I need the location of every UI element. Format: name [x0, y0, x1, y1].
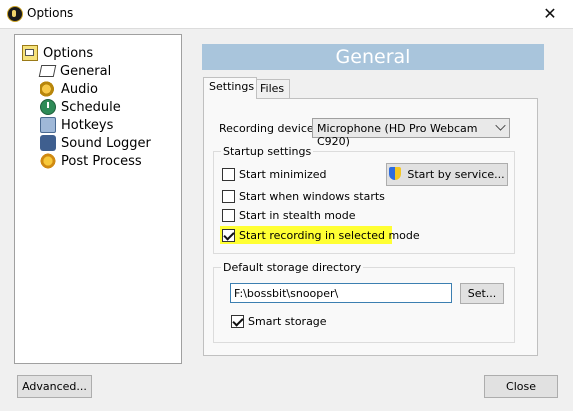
hotkeys-icon [40, 117, 56, 133]
close-button[interactable]: Close [484, 375, 558, 398]
recording-device-label: Recording device [219, 122, 314, 135]
start-by-service-label: Start by service... [407, 168, 505, 181]
start-by-service-button[interactable]: Start by service... [386, 163, 508, 186]
tree-item-general[interactable]: General [38, 62, 112, 80]
window-title: Options [27, 6, 74, 20]
options-dialog: Options General Audio Schedule Hotkeys S… [0, 29, 573, 411]
options-tree: Options General Audio Schedule Hotkeys S… [14, 34, 182, 364]
tree-item-schedule[interactable]: Schedule [40, 98, 121, 116]
title-bar: Options ✕ [0, 0, 573, 29]
advanced-button[interactable]: Advanced... [17, 375, 92, 398]
options-icon [22, 45, 38, 61]
checkbox-box [231, 315, 244, 328]
tree-item-hotkeys[interactable]: Hotkeys [40, 116, 113, 134]
recording-device-value: Microphone (HD Pro Webcam C920) [317, 122, 478, 148]
close-window-button[interactable]: ✕ [527, 0, 573, 28]
checkbox-box [222, 229, 235, 242]
tree-item-label: Sound Logger [61, 135, 151, 151]
startup-settings-title: Startup settings [221, 145, 314, 158]
settings-tab-panel: Recording device Microphone (HD Pro Webc… [203, 98, 538, 356]
storage-path-value: F:\bossbit\snooper\ [234, 287, 339, 300]
startup-settings-group: Startup settings Start minimized Start w… [213, 145, 515, 254]
checkbox-box [222, 168, 235, 181]
tab-files[interactable]: Files [254, 79, 290, 98]
tree-item-audio[interactable]: Audio [40, 80, 98, 98]
tree-item-label: Hotkeys [61, 117, 114, 133]
checkbox-label: Start when windows starts [239, 190, 385, 203]
app-icon [7, 6, 23, 22]
tree-item-post-process[interactable]: Post Process [40, 152, 142, 170]
start-recording-checkbox[interactable]: Start recording in selected mode [222, 229, 420, 242]
storage-directory-group: Default storage directory F:\bossbit\sno… [213, 261, 515, 343]
recording-device-select[interactable]: Microphone (HD Pro Webcam C920) [312, 118, 510, 148]
start-minimized-checkbox[interactable]: Start minimized [222, 168, 326, 181]
checkbox-label: Start in stealth mode [239, 209, 356, 222]
checkbox-label: Smart storage [248, 315, 327, 328]
tree-item-label: Schedule [61, 99, 121, 115]
schedule-icon [40, 99, 56, 115]
storage-directory-title: Default storage directory [221, 261, 364, 274]
smart-storage-checkbox[interactable]: Smart storage [231, 315, 327, 328]
tree-item-label: General [60, 63, 112, 79]
start-with-windows-checkbox[interactable]: Start when windows starts [222, 190, 385, 203]
stealth-mode-checkbox[interactable]: Start in stealth mode [222, 209, 355, 222]
checkbox-box [222, 190, 235, 203]
shield-icon [389, 167, 402, 180]
sound-logger-icon [40, 135, 56, 151]
tree-item-options[interactable]: Options [22, 44, 93, 62]
storage-path-input[interactable]: F:\bossbit\snooper\ [230, 283, 452, 303]
audio-icon [40, 81, 56, 97]
tree-item-label: Audio [61, 81, 98, 97]
checkbox-label: Start minimized [239, 168, 327, 181]
checkbox-box [222, 209, 235, 222]
post-process-icon [40, 153, 56, 169]
checkbox-label: Start recording in selected mode [239, 229, 420, 242]
tree-item-label: Options [43, 45, 94, 61]
tree-item-label: Post Process [61, 153, 142, 169]
set-directory-button[interactable]: Set... [460, 283, 504, 304]
tree-item-sound-logger[interactable]: Sound Logger [40, 134, 151, 152]
page-title: General [202, 44, 544, 70]
general-icon [38, 65, 57, 77]
tab-settings[interactable]: Settings [203, 77, 257, 99]
